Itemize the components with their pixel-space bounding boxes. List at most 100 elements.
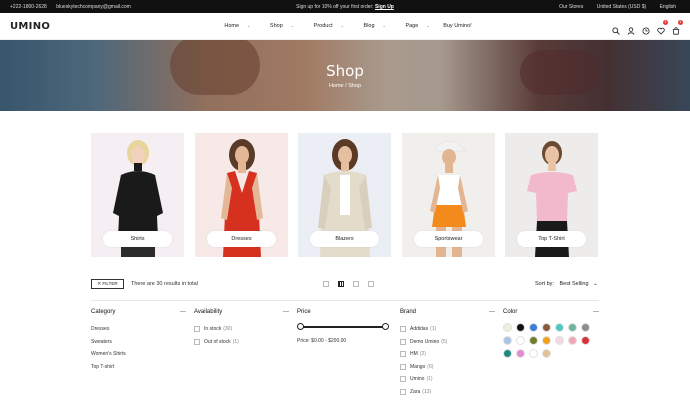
color-swatch[interactable] bbox=[555, 323, 564, 332]
color-swatch[interactable] bbox=[503, 323, 512, 332]
filter-color: Color — bbox=[503, 309, 599, 358]
brand-item[interactable]: Zara (13) bbox=[400, 386, 495, 399]
checkbox[interactable] bbox=[400, 326, 406, 333]
category-card-dresses[interactable]: Dresses bbox=[195, 133, 288, 257]
checkbox[interactable] bbox=[400, 351, 406, 358]
list-view-icon[interactable] bbox=[368, 281, 374, 287]
filter-title: Availability bbox=[194, 309, 223, 315]
grid-2-view-icon[interactable] bbox=[323, 281, 329, 287]
price-slider[interactable] bbox=[297, 323, 389, 331]
nav-home[interactable]: Home ⌄ bbox=[218, 23, 250, 29]
color-swatch[interactable] bbox=[542, 349, 551, 358]
cart-icon[interactable]: 1 bbox=[672, 20, 683, 35]
chevron-down-icon: ⌄ bbox=[426, 23, 430, 28]
sort-label: Sort by: bbox=[535, 281, 554, 287]
filter-button[interactable]: ✕ FILTER bbox=[91, 279, 124, 289]
color-swatches bbox=[503, 323, 599, 358]
category-item[interactable]: Sweaters bbox=[91, 336, 186, 349]
brand-item[interactable]: Demo Umino (5) bbox=[400, 336, 495, 349]
brand-item[interactable]: Mango (6) bbox=[400, 361, 495, 374]
results-count: There are 30 results in total bbox=[131, 281, 198, 287]
chevron-down-icon: ⌄ bbox=[290, 23, 295, 28]
breadcrumb-current: Shop bbox=[348, 83, 362, 89]
checkbox[interactable] bbox=[400, 388, 406, 395]
filter-brand: Brand — Addidas (1) Demo Umino (5) HM (2) Ma… bbox=[400, 309, 495, 398]
category-label[interactable]: Dresses bbox=[207, 231, 276, 247]
page-title: Shop bbox=[326, 62, 364, 80]
color-swatch[interactable] bbox=[529, 323, 538, 332]
search-icon[interactable] bbox=[612, 22, 620, 35]
signup-link[interactable]: Sign Up bbox=[375, 4, 394, 10]
checkbox[interactable] bbox=[400, 338, 406, 345]
chevron-down-icon: ⌄ bbox=[247, 23, 251, 28]
category-card-top-t-shirt[interactable]: Top T-Shirt bbox=[505, 133, 598, 257]
category-label[interactable]: Top T-Shirt bbox=[517, 231, 586, 247]
chevron-down-icon: ⌄ bbox=[382, 23, 386, 28]
collapse-icon[interactable]: — bbox=[180, 309, 186, 315]
nav-buy-umino[interactable]: Buy Umino! bbox=[443, 23, 471, 29]
collapse-icon[interactable]: — bbox=[593, 309, 599, 315]
color-swatch[interactable] bbox=[516, 336, 525, 345]
wishlist-count-badge: 1 bbox=[663, 20, 668, 25]
collapse-icon[interactable]: — bbox=[489, 309, 495, 315]
color-swatch[interactable] bbox=[568, 323, 577, 332]
nav-page[interactable]: Page ⌄ bbox=[399, 23, 429, 29]
color-swatch[interactable] bbox=[529, 349, 538, 358]
brand-item[interactable]: Addidas (1) bbox=[400, 323, 495, 336]
nav-blog[interactable]: Blog ⌄ bbox=[358, 23, 386, 29]
color-swatch[interactable] bbox=[503, 336, 512, 345]
view-switcher bbox=[323, 281, 374, 287]
breadcrumb-home[interactable]: Home bbox=[329, 83, 344, 89]
nav-shop[interactable]: Shop ⌄ bbox=[264, 23, 294, 29]
category-item[interactable]: Women's Shirts bbox=[91, 348, 186, 361]
category-item[interactable]: Top T-shirt bbox=[91, 361, 186, 374]
currency-select[interactable]: United States (USD $) bbox=[597, 4, 646, 10]
checkbox[interactable] bbox=[194, 326, 200, 333]
color-swatch[interactable] bbox=[516, 349, 525, 358]
color-swatch[interactable] bbox=[581, 323, 590, 332]
color-swatch[interactable] bbox=[503, 349, 512, 358]
price-max-handle[interactable] bbox=[382, 323, 389, 330]
category-label[interactable]: Shirts bbox=[103, 231, 172, 247]
category-label[interactable]: Sportswear bbox=[414, 231, 483, 247]
breadcrumb: Home / Shop bbox=[0, 83, 690, 89]
category-card-sportswear[interactable]: Sportswear bbox=[402, 133, 495, 257]
category-label[interactable]: Blazers bbox=[310, 231, 379, 247]
filter-title: Category bbox=[91, 309, 116, 315]
category-card-blazers[interactable]: Blazers bbox=[298, 133, 391, 257]
main-nav: Home ⌄ Shop ⌄ Product ⌄ Blog ⌄ Page ⌄ Buy Umi… bbox=[0, 23, 690, 29]
color-swatch[interactable] bbox=[581, 336, 590, 345]
account-icon[interactable] bbox=[627, 22, 635, 35]
color-swatch[interactable] bbox=[555, 336, 564, 345]
checkbox[interactable] bbox=[400, 376, 406, 383]
top-bar: +222-1800-2628 blueskytechcompany@gmail.… bbox=[0, 0, 690, 13]
collapse-icon[interactable]: — bbox=[283, 309, 289, 315]
nav-product[interactable]: Product ⌄ bbox=[308, 23, 344, 29]
color-swatch[interactable] bbox=[542, 323, 551, 332]
checkbox[interactable] bbox=[400, 363, 406, 370]
promo-text: Sign up for 10% off your first order: bbox=[296, 4, 374, 10]
brand-item[interactable]: Umino (1) bbox=[400, 373, 495, 386]
availability-in-stock[interactable]: In stock (30) bbox=[194, 323, 289, 336]
category-card-shirts[interactable]: Shirts bbox=[91, 133, 184, 257]
filter-availability: Availability — In stock (30) Out of stock(… bbox=[194, 309, 289, 348]
price-min-handle[interactable] bbox=[297, 323, 304, 330]
color-swatch[interactable] bbox=[516, 323, 525, 332]
chevron-down-icon: ⌄ bbox=[590, 281, 598, 287]
category-item[interactable]: Dresses bbox=[91, 323, 186, 336]
availability-out-of-stock[interactable]: Out of stock (1) bbox=[194, 336, 289, 349]
language-select[interactable]: English bbox=[660, 4, 676, 10]
wishlist-icon[interactable]: 1 bbox=[657, 20, 668, 35]
recently-viewed-icon[interactable] bbox=[642, 22, 650, 35]
grid-3-view-icon[interactable] bbox=[338, 281, 344, 287]
color-swatch[interactable] bbox=[529, 336, 538, 345]
checkbox[interactable] bbox=[194, 338, 200, 345]
color-swatch[interactable] bbox=[568, 336, 577, 345]
our-stores-link[interactable]: Our Stores bbox=[559, 4, 583, 10]
sort-by[interactable]: Sort by: Best Selling ⌄ bbox=[535, 281, 598, 287]
divider bbox=[91, 300, 599, 301]
color-swatch[interactable] bbox=[542, 336, 551, 345]
brand-item[interactable]: HM (2) bbox=[400, 348, 495, 361]
grid-4-view-icon[interactable] bbox=[353, 281, 359, 287]
breadcrumb-separator: / bbox=[345, 83, 347, 89]
